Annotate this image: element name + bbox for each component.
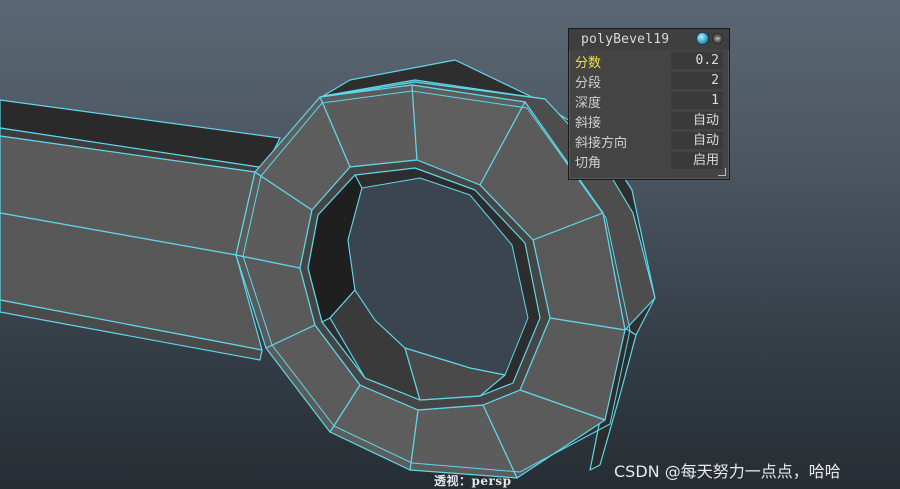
wrench-mesh [0,59,656,479]
attribute-label: 分数 [575,56,602,71]
attribute-value-field[interactable]: 0.2 [671,52,723,69]
viewport-3d[interactable]: 透视：persp [0,0,900,489]
attribute-value-field[interactable]: 自动 [671,132,723,149]
camera-label: 透视：persp [434,474,512,488]
resize-grip-icon[interactable] [718,168,726,176]
attribute-row-depth[interactable]: 深度 1 [573,91,725,111]
attribute-label: 切角 [575,156,602,171]
attribute-row-segments[interactable]: 分段 2 [573,71,725,91]
attribute-label: 深度 [575,96,602,111]
panel-header: polyBevel19 ≡ [569,29,729,50]
attribute-label: 斜接 [575,116,602,131]
node-name: polyBevel19 [581,32,670,47]
attribute-row-miter-along[interactable]: 斜接方向 自动 [573,131,725,151]
attribute-row-chamfer[interactable]: 切角 启用 [573,151,725,171]
attribute-value-field[interactable]: 1 [671,92,723,109]
attribute-value-field[interactable]: 2 [671,72,723,89]
attribute-label: 斜接方向 [575,136,628,151]
attribute-row-mitering[interactable]: 斜接 自动 [573,111,725,131]
attribute-label: 分段 [575,76,602,91]
menu-icon[interactable]: ≡ [712,33,723,44]
watermark: CSDN @每天努力一点点，哈哈 [614,462,841,481]
globe-icon[interactable] [696,32,709,45]
attribute-list: 分数 0.2 分段 2 深度 1 斜接 自动 斜接方向 自动 切角 启用 [573,51,725,171]
attribute-row-fraction[interactable]: 分数 0.2 [573,51,725,71]
attribute-value-field[interactable]: 启用 [671,152,723,169]
bevel-attribute-panel[interactable]: polyBevel19 ≡ 分数 0.2 分段 2 深度 1 斜接 自动 斜接方… [568,28,730,180]
attribute-value-field[interactable]: 自动 [671,112,723,129]
